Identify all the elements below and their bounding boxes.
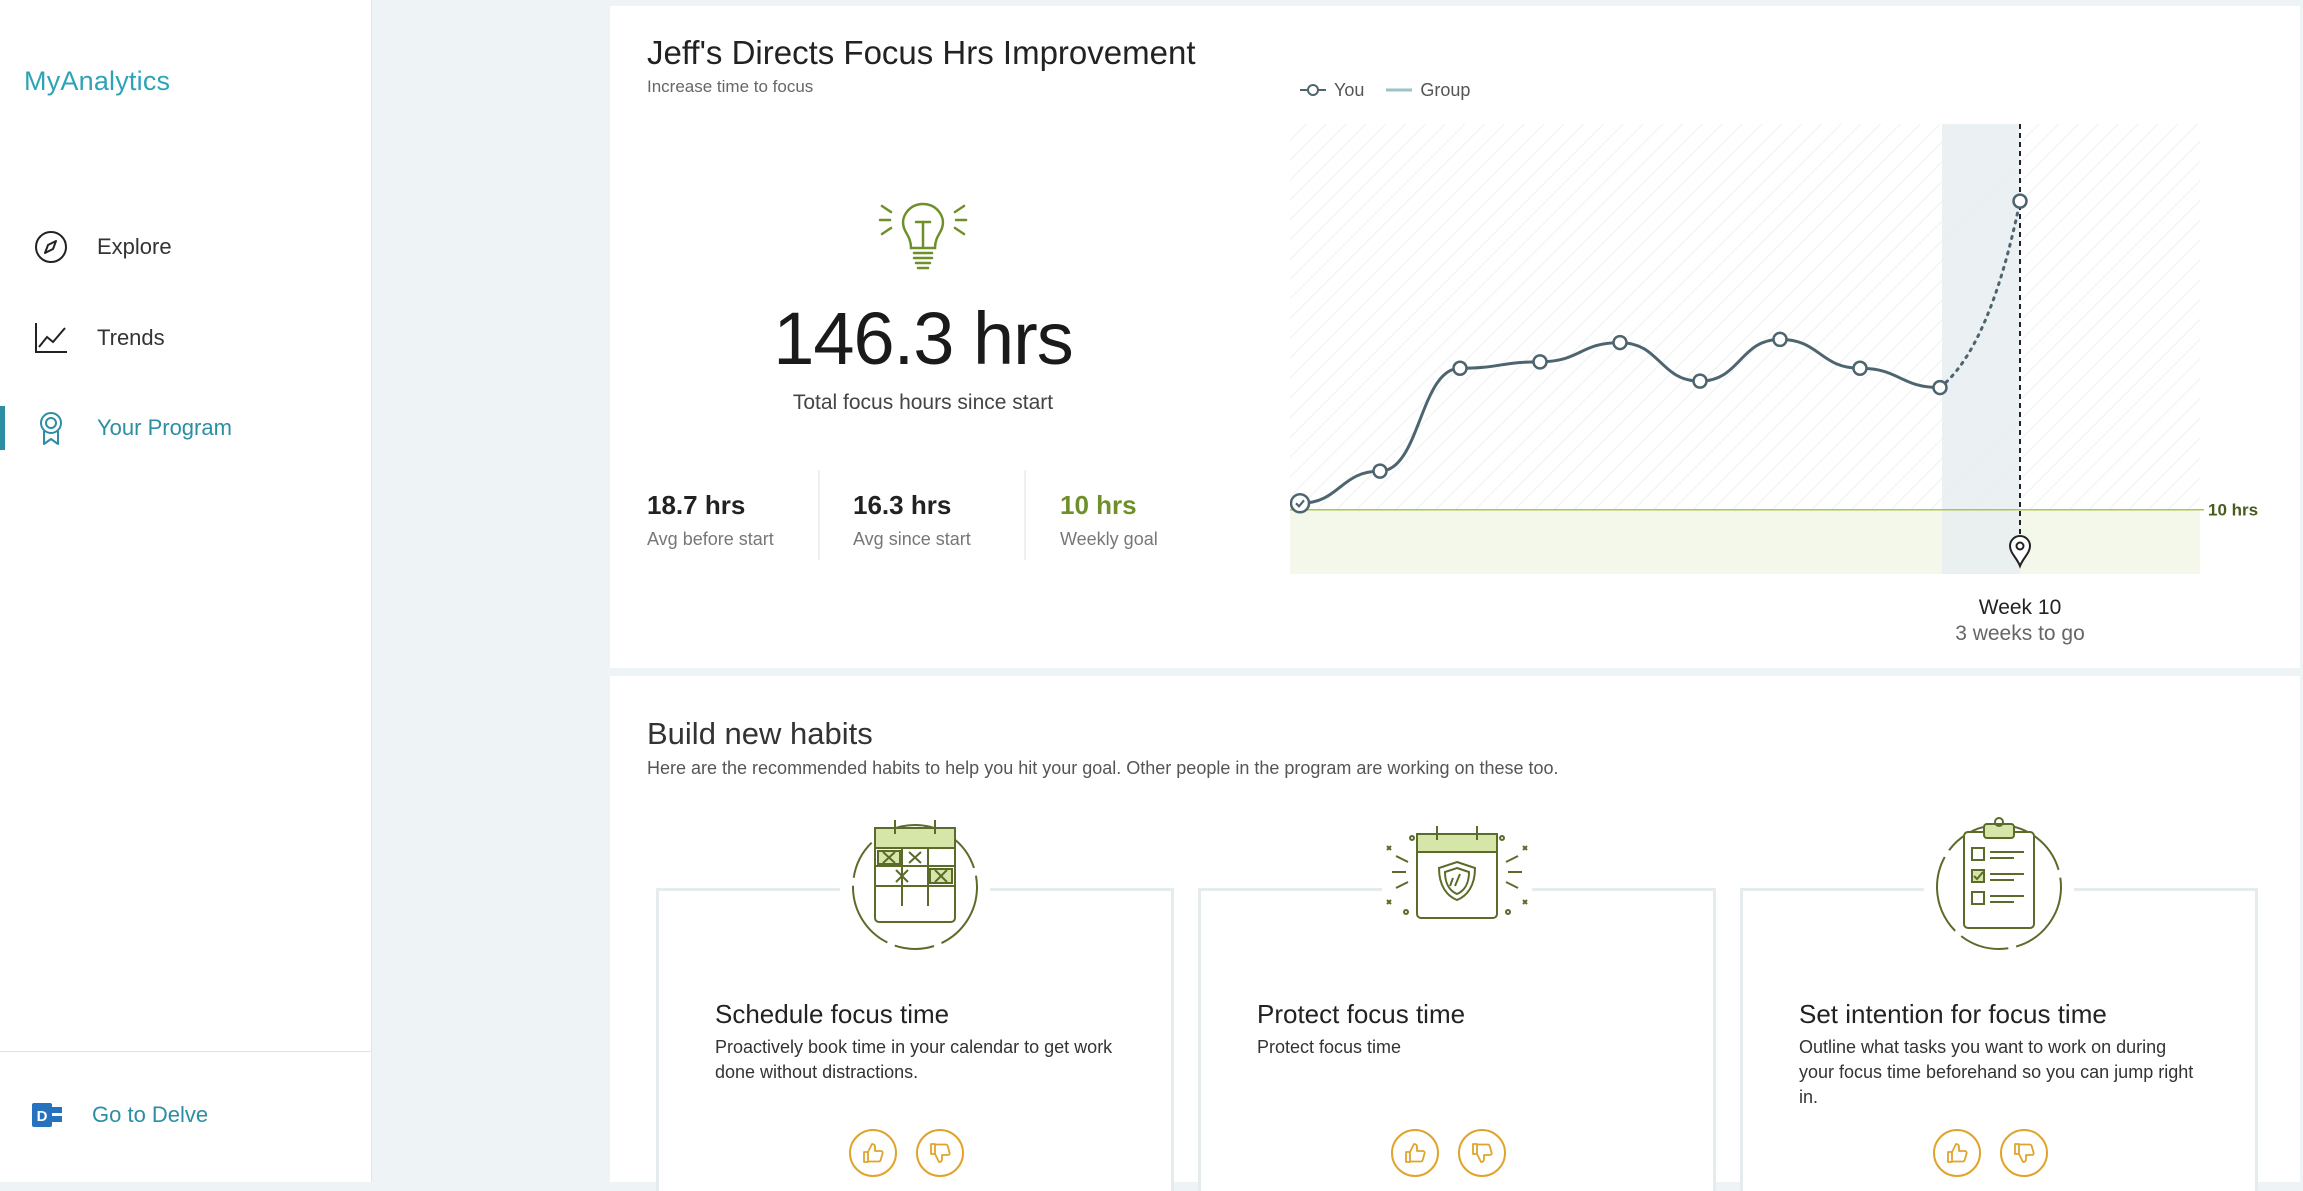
stat-avg-before: 18.7 hrs Avg before start xyxy=(647,490,774,550)
sidebar-item-your-program[interactable]: Your Program xyxy=(0,398,371,458)
chart-point xyxy=(1612,334,1628,351)
habit-description: Proactively book time in your calendar t… xyxy=(715,1037,1113,1082)
legend-line-icon xyxy=(1386,88,1413,92)
thumbs-up-icon xyxy=(1947,1143,1968,1163)
stat-weekly-goal: 10 hrs Weekly goal xyxy=(1060,490,1158,550)
stat-divider xyxy=(818,470,820,560)
go-to-delve-link[interactable]: D Go to Delve xyxy=(0,1085,371,1145)
habits-title: Build new habits xyxy=(647,716,873,751)
sidebar-item-explore[interactable]: Explore xyxy=(0,217,371,277)
chart-current-week-label: Week 10 xyxy=(1979,596,2062,619)
sidebar-item-label: Explore xyxy=(97,234,172,259)
thumbs-down-icon xyxy=(1472,1143,1493,1163)
legend-label: You xyxy=(1334,79,1365,100)
habit-title: Schedule focus time xyxy=(715,999,950,1029)
thumbs-down-button[interactable] xyxy=(1458,1129,1506,1177)
calendar-grid-icon xyxy=(840,812,990,962)
thumbs-up-button[interactable] xyxy=(1933,1129,1981,1177)
stat-divider xyxy=(1024,470,1026,560)
chart-point xyxy=(2012,193,2028,209)
chart-point xyxy=(1692,373,1708,389)
program-subtitle: Increase time to focus xyxy=(647,77,814,96)
stat-label: Weekly goal xyxy=(1060,529,1158,549)
trend-chart-icon xyxy=(35,323,67,353)
chart-legend: You Group xyxy=(1300,78,1492,102)
thumbs-up-icon xyxy=(863,1143,884,1163)
calendar-shield-icon xyxy=(1382,812,1532,962)
stat-avg-since: 16.3 hrs Avg since start xyxy=(853,490,971,550)
sidebar-divider xyxy=(0,1051,371,1052)
stat-value: 18.7 hrs xyxy=(647,490,746,520)
legend-item-you[interactable]: You xyxy=(1300,80,1364,101)
chart-point xyxy=(1372,463,1388,479)
ribbon-award-icon xyxy=(40,412,62,445)
habit-description: Outline what tasks you want to work on d… xyxy=(1799,1037,2194,1107)
thumbs-down-button[interactable] xyxy=(916,1129,964,1177)
thumbs-up-button[interactable] xyxy=(1391,1129,1439,1177)
app-brand[interactable]: MyAnalytics xyxy=(24,66,170,97)
chart-point xyxy=(1452,360,1468,377)
total-focus-label: Total focus hours since start xyxy=(792,391,1054,414)
stat-value: 16.3 hrs xyxy=(853,490,952,520)
thumbs-up-icon xyxy=(1405,1143,1426,1163)
svg-text:D: D xyxy=(37,1108,48,1125)
legend-label: Group xyxy=(1420,79,1471,100)
habit-title: Protect focus time xyxy=(1257,999,1466,1029)
total-focus-hours: 146.3 hrs xyxy=(773,297,1074,380)
sidebar-item-label: Your Program xyxy=(97,415,232,440)
chart-point xyxy=(1290,493,1311,514)
habit-description: Protect focus time xyxy=(1257,1037,1402,1057)
chart-point xyxy=(1932,379,1948,396)
sidebar: MyAnalytics Explore Trends Your Program … xyxy=(0,0,372,1182)
stat-label: Avg before start xyxy=(647,529,774,549)
chart-goal-fill xyxy=(1290,509,2200,574)
legend-item-group[interactable]: Group xyxy=(1386,80,1470,101)
go-to-delve-label: Go to Delve xyxy=(92,1102,209,1127)
focus-hours-chart: 10 hrs Week 10 3 weeks to go xyxy=(1290,124,2258,645)
program-title: Jeff's Directs Focus Hrs Improvement xyxy=(647,34,1196,71)
chart-current-week-highlight xyxy=(1942,124,2020,574)
clipboard-checklist-icon xyxy=(1924,812,2074,962)
habits-subtitle: Here are the recommended habits to help … xyxy=(647,758,1559,778)
thumbs-up-button[interactable] xyxy=(849,1129,897,1177)
compass-icon xyxy=(35,231,67,263)
chart-goal-label: 10 hrs xyxy=(2208,501,2258,520)
chart-point xyxy=(1532,354,1548,370)
sidebar-item-label: Trends xyxy=(97,325,165,350)
chart-point xyxy=(1852,360,1868,377)
legend-line-dot-icon xyxy=(1300,84,1326,96)
chart-weeks-to-go-label: 3 weeks to go xyxy=(1955,622,2085,645)
chart-point xyxy=(1772,331,1788,348)
stat-value: 10 hrs xyxy=(1060,490,1137,520)
thumbs-down-icon xyxy=(930,1143,951,1163)
thumbs-down-button[interactable] xyxy=(2000,1129,2048,1177)
lightbulb-icon xyxy=(878,202,968,270)
stat-label: Avg since start xyxy=(853,529,971,549)
thumbs-down-icon xyxy=(2014,1143,2035,1163)
delve-icon: D xyxy=(32,1103,62,1127)
sidebar-item-trends[interactable]: Trends xyxy=(0,308,371,368)
habit-title: Set intention for focus time xyxy=(1799,999,2107,1029)
chart-hatched-area xyxy=(1290,124,2200,510)
